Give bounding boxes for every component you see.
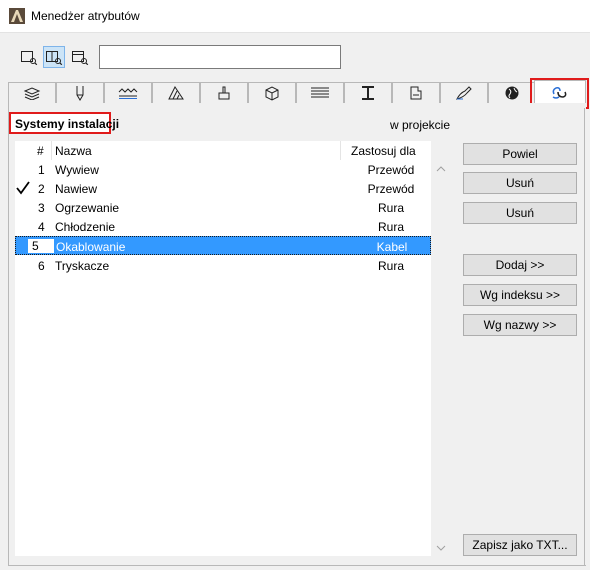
chevron-down-icon	[436, 545, 446, 551]
row-number-edit-field[interactable]: 5	[27, 238, 55, 254]
table-row[interactable]: 2 Nawiew Przewód	[15, 179, 431, 198]
tab-line-types[interactable]	[104, 82, 152, 103]
tab-profiles[interactable]	[296, 82, 344, 103]
panel-border	[584, 108, 585, 566]
row-applies: Przewód	[367, 182, 415, 196]
row-applies: Rura	[377, 259, 404, 273]
archicad-app-icon	[9, 8, 25, 24]
column-header-number[interactable]: #	[37, 144, 44, 158]
delete-button[interactable]: Usuń	[463, 172, 577, 194]
delete-and-replace-button[interactable]: Usuń	[463, 202, 577, 224]
row-number: 3	[38, 201, 45, 215]
table-row[interactable]: 6 Tryskacze Rura	[15, 256, 431, 275]
table-row-selected[interactable]: 5 Okablowanie Kabel	[15, 236, 431, 255]
tab-markup-styles[interactable]	[440, 82, 488, 103]
chevron-up-icon	[436, 166, 446, 172]
layers-icon	[23, 87, 41, 100]
sort-by-index-button[interactable]: Wg indeksu >>	[463, 284, 577, 306]
mep-systems-table[interactable]: # Nazwa Zastosuj dla 1 Wywiew Przewód 2 …	[15, 141, 431, 556]
title-bar: Menedżer atrybutów	[0, 0, 590, 32]
row-name: Ogrzewanie	[55, 201, 120, 215]
row-number: 1	[38, 163, 45, 177]
row-number: 6	[38, 259, 45, 273]
search-input[interactable]	[99, 45, 341, 69]
tab-mep-systems[interactable]	[534, 80, 586, 104]
tab-fills[interactable]	[152, 82, 200, 103]
surface-icon	[456, 86, 472, 100]
paint-brush-icon	[218, 86, 230, 100]
in-project-label: w projekcie	[390, 118, 451, 132]
column-header-name[interactable]: Nazwa	[55, 144, 92, 158]
sort-by-name-button[interactable]: Wg nazwy >>	[463, 314, 577, 336]
i-beam-icon	[362, 86, 374, 100]
save-as-txt-button[interactable]: Zapisz jako TXT...	[463, 534, 577, 556]
tab-pens[interactable]	[56, 82, 104, 103]
tab-surfaces[interactable]	[200, 82, 248, 103]
row-number: 2	[38, 182, 45, 196]
add-button[interactable]: Dodaj >>	[463, 254, 577, 276]
list-view-button[interactable]	[18, 46, 40, 68]
zone-icon	[410, 86, 422, 100]
row-name: Okablowanie	[56, 240, 126, 254]
column-header-applies[interactable]: Zastosuj dla	[351, 144, 416, 158]
row-name: Wywiew	[55, 163, 99, 177]
column-separator	[51, 141, 52, 160]
line-type-icon	[118, 88, 138, 99]
tab-zones[interactable]	[392, 82, 440, 103]
row-name: Chłodzenie	[55, 220, 116, 234]
row-applies: Kabel	[376, 240, 408, 254]
fill-icon	[168, 86, 184, 100]
row-number: 4	[38, 220, 45, 234]
pen-icon	[76, 86, 84, 101]
table-row[interactable]: 1 Wywiew Przewód	[15, 160, 431, 179]
checkmark-icon	[16, 181, 30, 195]
column-separator	[340, 141, 341, 160]
window-title: Menedżer atrybutów	[31, 9, 140, 23]
globe-icon	[505, 86, 519, 100]
composite-icon	[265, 86, 279, 101]
row-applies: Przewód	[367, 163, 415, 177]
table-header: # Nazwa Zastosuj dla	[15, 141, 431, 160]
tab-building-materials[interactable]	[344, 82, 392, 103]
row-applies: Rura	[377, 201, 404, 215]
tab-layers[interactable]	[8, 82, 56, 103]
mep-system-icon	[552, 86, 567, 99]
table-row[interactable]: 4 Chłodzenie Rura	[15, 217, 431, 236]
scroll-up-button[interactable]	[434, 162, 448, 176]
attribute-type-tabs	[8, 80, 586, 104]
tab-operation-profiles[interactable]	[488, 82, 536, 103]
detail-view-button[interactable]	[69, 46, 91, 68]
split-view-icon	[46, 51, 63, 65]
panel-title: Systemy instalacji	[15, 117, 120, 131]
row-name: Tryskacze	[55, 259, 110, 273]
tab-composites[interactable]	[248, 82, 296, 103]
row-applies: Rura	[377, 220, 404, 234]
scroll-down-button[interactable]	[434, 541, 448, 555]
duplicate-button[interactable]: Powiel	[463, 143, 577, 165]
table-row[interactable]: 3 Ogrzewanie Rura	[15, 198, 431, 217]
row-name: Nawiew	[55, 182, 98, 196]
profile-icon	[311, 87, 329, 98]
split-view-button[interactable]	[43, 46, 65, 68]
detail-view-icon	[72, 51, 89, 65]
list-view-icon	[21, 51, 38, 65]
